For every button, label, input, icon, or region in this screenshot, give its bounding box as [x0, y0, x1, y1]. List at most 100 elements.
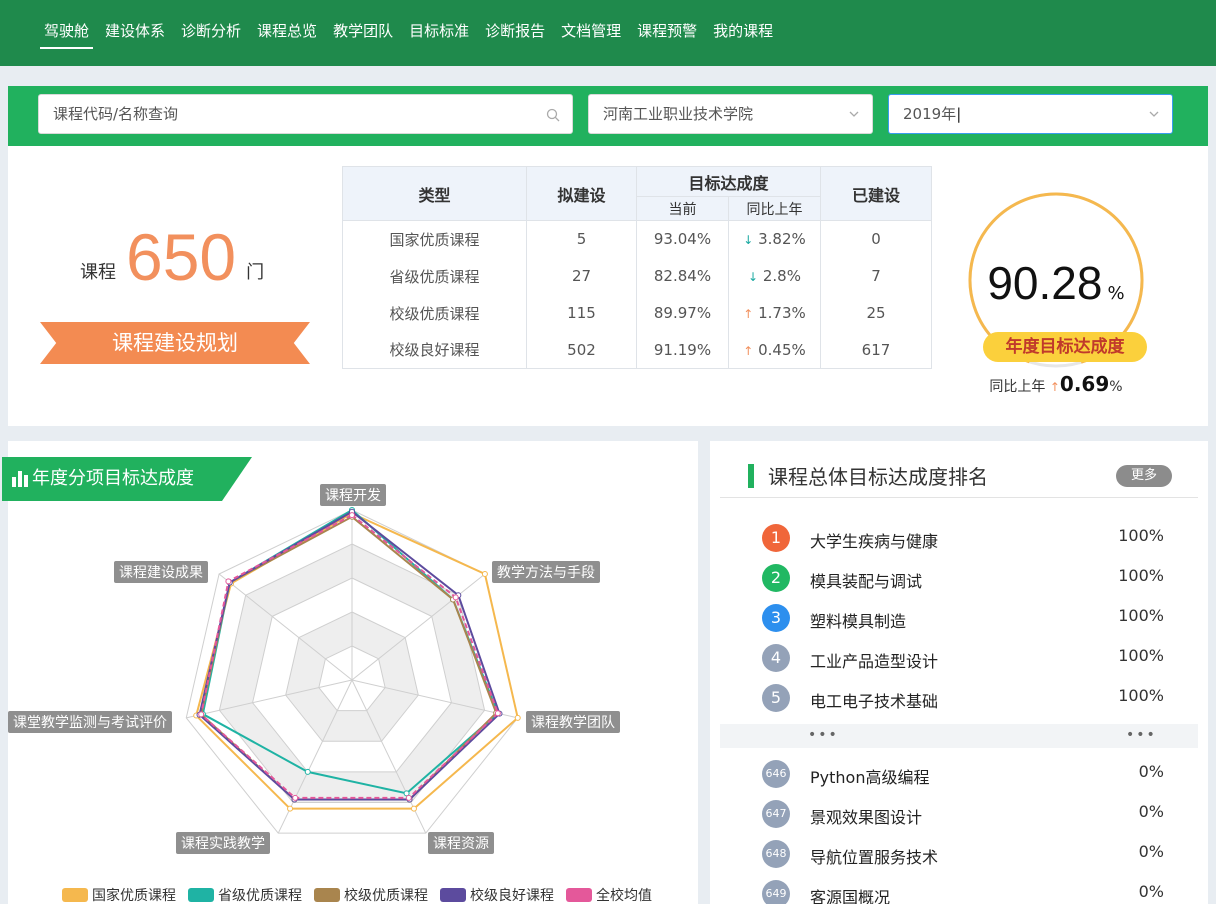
radar-axis-label: 课堂教学监测与考试评价	[8, 711, 172, 733]
rank-badge: 5	[762, 684, 790, 712]
school-select-value: 河南工业职业技术学院	[603, 105, 754, 123]
cell-type: 国家优质课程	[342, 220, 527, 258]
ranking-row[interactable]: 3 塑料模具制造 100%	[762, 604, 1182, 634]
cell-yoy-value: 0.45%	[758, 340, 806, 359]
plan-button[interactable]: 课程建设规划	[40, 322, 310, 364]
radar-point	[349, 512, 355, 519]
th-target: 目标达成度	[636, 165, 821, 198]
arrow-up-icon: ↑	[743, 307, 754, 321]
radar-chart	[185, 507, 521, 834]
ranking-row[interactable]: 649 客源国概况 0%	[762, 880, 1182, 904]
legend-label: 国家优质课程	[92, 888, 176, 904]
course-name: 电工电子技术基础	[810, 692, 939, 711]
radar-axis-label: 课程开发	[320, 484, 386, 506]
search-icon[interactable]	[546, 95, 560, 137]
legend-item[interactable]: 全校均值	[566, 885, 652, 904]
rank-badge: 4	[762, 644, 790, 672]
year-select[interactable]: 2019年|	[888, 94, 1173, 134]
radar-axis-label: 课程教学团队	[526, 711, 620, 733]
course-name: 塑料模具制造	[810, 612, 907, 631]
radar-point	[292, 794, 299, 801]
gauge-yoy-label: 同比上年	[989, 379, 1046, 395]
cell-yoy-value: 3.82%	[758, 230, 806, 249]
th-planned: 拟建设	[526, 166, 637, 221]
legend-item[interactable]: 国家优质课程	[62, 885, 176, 904]
school-select[interactable]: 河南工业职业技术学院	[588, 94, 873, 134]
rank-badge: 646	[762, 760, 790, 788]
legend-item[interactable]: 校级优质课程	[314, 885, 428, 904]
table-row: 校级良好课程 502 91.19% ↑ 0.45% 617	[342, 331, 932, 369]
cell-yoy: ↓ 2.8%	[728, 257, 821, 295]
cell-yoy-value: 2.8%	[762, 267, 801, 285]
radar-point	[287, 805, 294, 812]
cell-built: 7	[820, 257, 932, 295]
rank-badge: 3	[762, 604, 790, 632]
ranking-row[interactable]: 647 景观效果图设计 0%	[762, 800, 1182, 830]
arrow-down-icon: ↓	[743, 233, 754, 248]
radar-panel: 年度分项目标达成度 课程开发 教学方法与手段 课程教学团队 课程资源 课程实践教学 课堂教…	[2, 441, 698, 904]
legend-swatch	[62, 888, 88, 902]
ranking-ellipsis: ••• •••	[720, 724, 1198, 748]
nav-item-team[interactable]: 教学团队	[329, 18, 397, 49]
th-current: 当前	[636, 196, 729, 221]
legend-swatch	[440, 888, 466, 902]
legend-item[interactable]: 校级良好课程	[440, 885, 554, 904]
nav-item-warning[interactable]: 课程预警	[633, 18, 701, 49]
radar-point	[494, 710, 501, 717]
radar-axis-label: 课程建设成果	[114, 561, 208, 583]
course-percent: 100%	[1118, 566, 1164, 585]
stats-panel: 课程 650 门 课程建设规划 类型 拟建设 目标达成度 已建设 当前 同比上年…	[8, 146, 1208, 426]
course-percent: 100%	[1118, 526, 1164, 545]
cell-type: 校级优质课程	[342, 294, 527, 332]
gauge-value: 90.28 %	[966, 256, 1146, 310]
radar-axis-label: 课程资源	[428, 832, 494, 854]
chevron-down-icon	[848, 95, 860, 135]
search-input[interactable]: 课程代码/名称查询	[38, 94, 573, 134]
gauge-unit: %	[1107, 283, 1125, 304]
rank-badge: 1	[762, 524, 790, 552]
target-table: 类型 拟建设 目标达成度 已建设 当前 同比上年 国家优质课程 5 93.04% ↓ …	[342, 165, 932, 369]
legend-label: 全校均值	[596, 888, 652, 904]
ranking-panel: 课程总体目标达成度排名 更多 1 大学生疾病与健康 100% 2 模具装配与调试 100%…	[710, 441, 1208, 904]
nav-item-standards[interactable]: 目标标准	[405, 18, 473, 49]
course-percent: 0%	[1138, 802, 1164, 821]
gauge-yoy: 同比上年 ↑0.69%	[966, 372, 1146, 396]
ranking-row[interactable]: 2 模具装配与调试 100%	[762, 564, 1182, 594]
cell-yoy-value: 1.73%	[758, 304, 806, 322]
nav-item-cockpit[interactable]: 驾驶舱	[40, 18, 94, 49]
ranking-row[interactable]: 1 大学生疾病与健康 100%	[762, 524, 1182, 554]
radar-point	[198, 711, 205, 718]
course-name: Python高级编程	[810, 768, 930, 787]
title-accent	[748, 464, 754, 488]
course-percent: 100%	[1118, 606, 1164, 625]
gauge-yoy-value: 0.69	[1059, 372, 1110, 396]
ranking-row[interactable]: 4 工业产品造型设计 100%	[762, 644, 1182, 674]
year-select-value: 2019年	[903, 105, 957, 123]
radar-point	[452, 594, 459, 601]
nav-item-diagnosis[interactable]: 诊断分析	[177, 18, 245, 49]
ranking-row[interactable]: 646 Python高级编程 0%	[762, 760, 1182, 790]
legend-label: 校级良好课程	[470, 888, 554, 904]
ellipsis-left: •••	[808, 727, 839, 743]
radar-point	[410, 805, 417, 812]
rank-badge: 2	[762, 564, 790, 592]
table-row: 国家优质课程 5 93.04% ↓ 3.82% 0	[342, 220, 932, 258]
ranking-header: 课程总体目标达成度排名 更多	[720, 441, 1198, 498]
legend-item[interactable]: 省级优质课程	[188, 885, 302, 904]
chevron-down-icon	[1148, 95, 1160, 135]
nav-item-my-courses[interactable]: 我的课程	[709, 18, 777, 49]
course-percent: 100%	[1118, 646, 1164, 665]
cell-type: 校级良好课程	[342, 331, 527, 369]
radar-point	[225, 578, 232, 585]
ranking-row[interactable]: 5 电工电子技术基础 100%	[762, 684, 1182, 714]
nav-item-docs[interactable]: 文档管理	[557, 18, 625, 49]
bar-chart-icon	[12, 471, 30, 487]
nav-item-overview[interactable]: 课程总览	[253, 18, 321, 49]
course-percent: 0%	[1138, 762, 1164, 781]
arrow-down-icon: ↓	[748, 270, 759, 284]
nav-item-report[interactable]: 诊断报告	[481, 18, 549, 49]
more-button[interactable]: 更多	[1116, 465, 1172, 487]
ranking-row[interactable]: 648 导航位置服务技术 0%	[762, 840, 1182, 870]
nav-item-system[interactable]: 建设体系	[101, 18, 169, 49]
top-nav: 驾驶舱 建设体系 诊断分析 课程总览 教学团队 目标标准 诊断报告 文档管理 课…	[0, 0, 1216, 66]
